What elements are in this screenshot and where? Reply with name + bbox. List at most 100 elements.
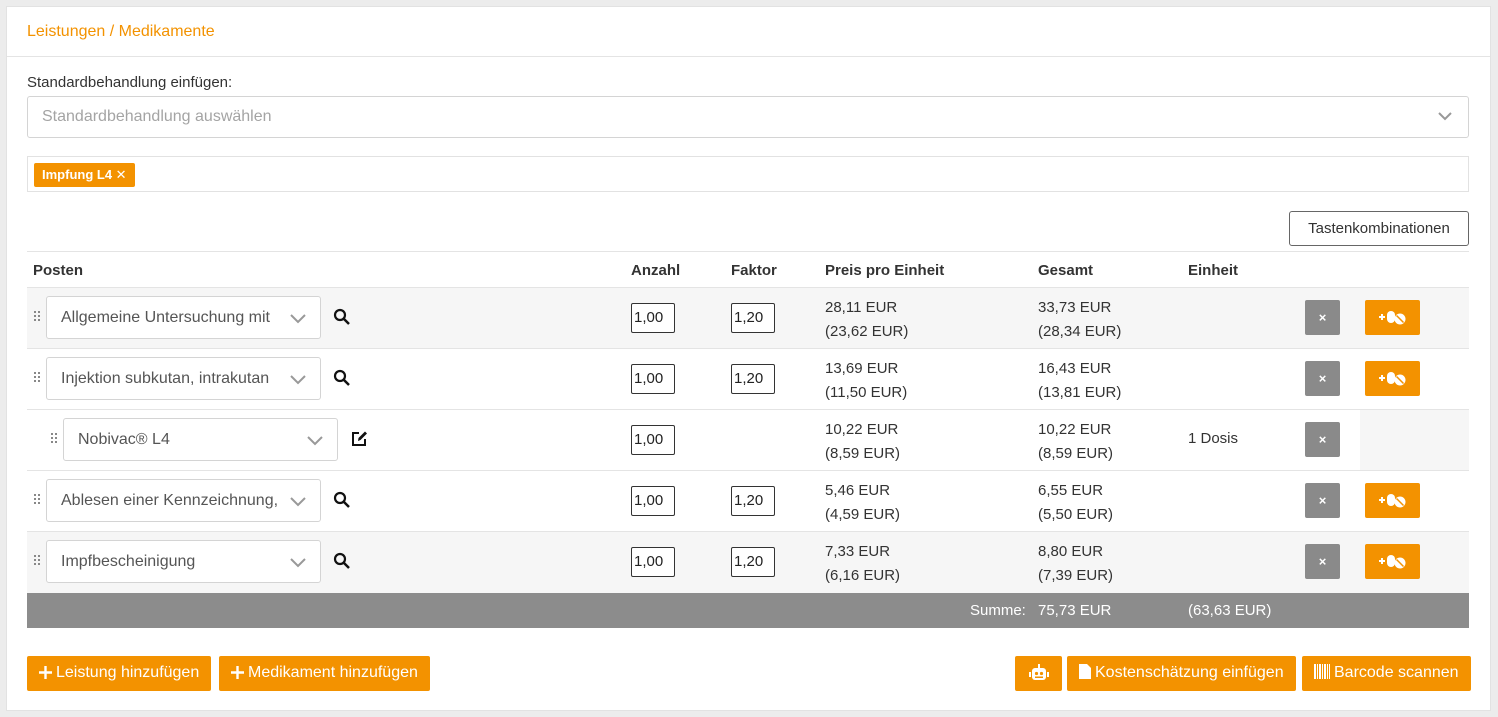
total-price: 6,55 EUR (5,50 EUR) (1038, 479, 1113, 527)
unit-price-gross: 5,46 EUR (825, 482, 891, 499)
table-header: Posten Anzahl Faktor Preis pro Einheit G… (27, 251, 1469, 288)
factor-input[interactable]: 1,20 (731, 547, 775, 577)
total-gross: 8,80 EUR (1038, 543, 1104, 560)
total-net: (8,59 EUR) (1038, 445, 1114, 462)
total-gross: 33,73 EUR (1038, 299, 1112, 316)
unit-price: 13,69 EUR (11,50 EUR) (825, 357, 907, 405)
unit-label: 1 Dosis (1188, 430, 1239, 447)
standard-treatment-placeholder: Standardbehandlung auswählen (42, 108, 272, 125)
factor-input[interactable]: 1,20 (731, 303, 775, 333)
sum-row: Summe: 75,73 EUR (63,63 EUR) (27, 593, 1469, 628)
total-net: (13,81 EUR) (1038, 384, 1122, 401)
total-gross: 6,55 EUR (1038, 482, 1104, 499)
plus-icon (231, 666, 244, 679)
unit-price-net: (23,62 EUR) (825, 323, 909, 340)
table-row: Impfbescheinigung 1,00 1,20 7,33 EUR (6,1… (27, 532, 1469, 593)
table-row: Injektion subkutan, intrakutan 1,00 1,20… (27, 349, 1469, 410)
robot-button[interactable] (1015, 656, 1062, 691)
header-einheit: Einheit (1188, 262, 1239, 279)
drag-handle-icon[interactable] (34, 311, 40, 325)
unit-price-net: (11,50 EUR) (825, 384, 908, 401)
unit-price: 28,11 EUR (23,62 EUR) (825, 296, 908, 344)
insert-cost-estimate-label: Kostenschätzung einfügen (1095, 664, 1284, 681)
add-medication-to-row-button[interactable] (1365, 361, 1420, 396)
standard-treatment-select[interactable]: Standardbehandlung auswählen (27, 96, 1469, 138)
factor-input[interactable]: 1,20 (731, 486, 775, 516)
service-select[interactable]: Allgemeine Untersuchung mit (46, 296, 321, 339)
treatment-tag-label: Impfung L4 (42, 167, 113, 182)
service-name: Ablesen einer Kennzeichnung, (61, 492, 279, 509)
delete-row-button[interactable]: × (1305, 422, 1340, 457)
service-name: Impfbescheinigung (61, 553, 196, 570)
total-price: 16,43 EUR (13,81 EUR) (1038, 357, 1121, 405)
add-medication-to-row-button[interactable] (1365, 300, 1420, 335)
medication-name: Nobivac® L4 (78, 431, 170, 448)
add-pills-icon (1378, 372, 1405, 386)
header-anzahl: Anzahl (631, 262, 681, 279)
add-pills-icon (1378, 311, 1405, 325)
unit-price-gross: 7,33 EUR (825, 543, 891, 560)
insert-cost-estimate-button[interactable]: Kostenschätzung einfügen (1067, 656, 1296, 691)
quantity-input[interactable]: 1,00 (631, 425, 675, 455)
panel-title: Leistungen / Medikamente (27, 23, 215, 40)
drag-handle-icon[interactable] (34, 494, 40, 508)
standard-treatment-label: Standardbehandlung einfügen: (27, 74, 233, 91)
scan-barcode-button[interactable]: Barcode scannen (1302, 656, 1471, 691)
add-service-button[interactable]: Leistung hinzufügen (27, 656, 212, 691)
delete-row-button[interactable]: × (1305, 361, 1340, 396)
plus-icon (39, 666, 52, 679)
treatment-tag[interactable]: Impfung L4 ✕ (34, 163, 135, 187)
keyboard-shortcuts-button[interactable]: Tastenkombinationen (1289, 211, 1469, 246)
table-row: Nobivac® L4 1,00 10,22 EUR (8,59 EUR) 10,… (27, 410, 1469, 471)
unit-price: 10,22 EUR (8,59 EUR) (825, 418, 900, 466)
factor-input[interactable]: 1,20 (731, 364, 775, 394)
chevron-down-icon (1438, 112, 1452, 121)
sum-label: Summe: (970, 602, 1026, 619)
unit-price-gross: 10,22 EUR (825, 421, 899, 438)
delete-row-button[interactable]: × (1305, 483, 1340, 518)
unit-price: 5,46 EUR (4,59 EUR) (825, 479, 900, 527)
search-icon[interactable] (333, 369, 351, 387)
total-price: 33,73 EUR (28,34 EUR) (1038, 296, 1121, 344)
add-pills-icon (1378, 494, 1405, 508)
add-medication-button[interactable]: Medikament hinzufügen (219, 656, 430, 691)
barcode-icon (1314, 664, 1330, 679)
unit-price-gross: 28,11 EUR (825, 299, 898, 316)
quantity-input[interactable]: 1,00 (631, 547, 675, 577)
service-select[interactable]: Injektion subkutan, intrakutan (46, 357, 321, 400)
robot-icon (1028, 664, 1049, 680)
service-select[interactable]: Impfbescheinigung (46, 540, 321, 583)
drag-handle-icon[interactable] (34, 372, 40, 386)
medication-select[interactable]: Nobivac® L4 (63, 418, 338, 461)
search-icon[interactable] (333, 308, 351, 326)
table-row: Ablesen einer Kennzeichnung, 1,00 1,20 5… (27, 471, 1469, 532)
service-select[interactable]: Ablesen einer Kennzeichnung, (46, 479, 321, 522)
chevron-down-icon (290, 554, 306, 570)
sum-gross: 75,73 EUR (1038, 602, 1112, 619)
chevron-down-icon (290, 371, 306, 387)
delete-row-button[interactable]: × (1305, 300, 1340, 335)
unit-price-net: (8,59 EUR) (825, 445, 901, 462)
add-service-label: Leistung hinzufügen (56, 664, 200, 681)
add-medication-label: Medikament hinzufügen (248, 664, 418, 681)
service-name: Injektion subkutan, intrakutan (61, 370, 270, 387)
unit-price-net: (4,59 EUR) (825, 506, 901, 523)
quantity-input[interactable]: 1,00 (631, 486, 675, 516)
drag-handle-icon[interactable] (34, 555, 40, 569)
add-medication-to-row-button[interactable] (1365, 483, 1420, 518)
search-icon[interactable] (333, 491, 351, 509)
add-medication-to-row-button[interactable] (1365, 544, 1420, 579)
total-net: (7,39 EUR) (1038, 567, 1114, 584)
edit-icon[interactable] (350, 430, 368, 448)
file-icon (1079, 664, 1091, 679)
sum-net: (63,63 EUR) (1188, 602, 1272, 619)
drag-handle-icon[interactable] (51, 433, 57, 447)
quantity-input[interactable]: 1,00 (631, 303, 675, 333)
header-preis: Preis pro Einheit (825, 262, 945, 279)
services-table: Posten Anzahl Faktor Preis pro Einheit G… (27, 251, 1469, 628)
delete-row-button[interactable]: × (1305, 544, 1340, 579)
quantity-input[interactable]: 1,00 (631, 364, 675, 394)
search-icon[interactable] (333, 552, 351, 570)
table-row: Allgemeine Untersuchung mit 1,00 1,20 28… (27, 288, 1469, 349)
close-icon[interactable]: ✕ (116, 167, 127, 182)
